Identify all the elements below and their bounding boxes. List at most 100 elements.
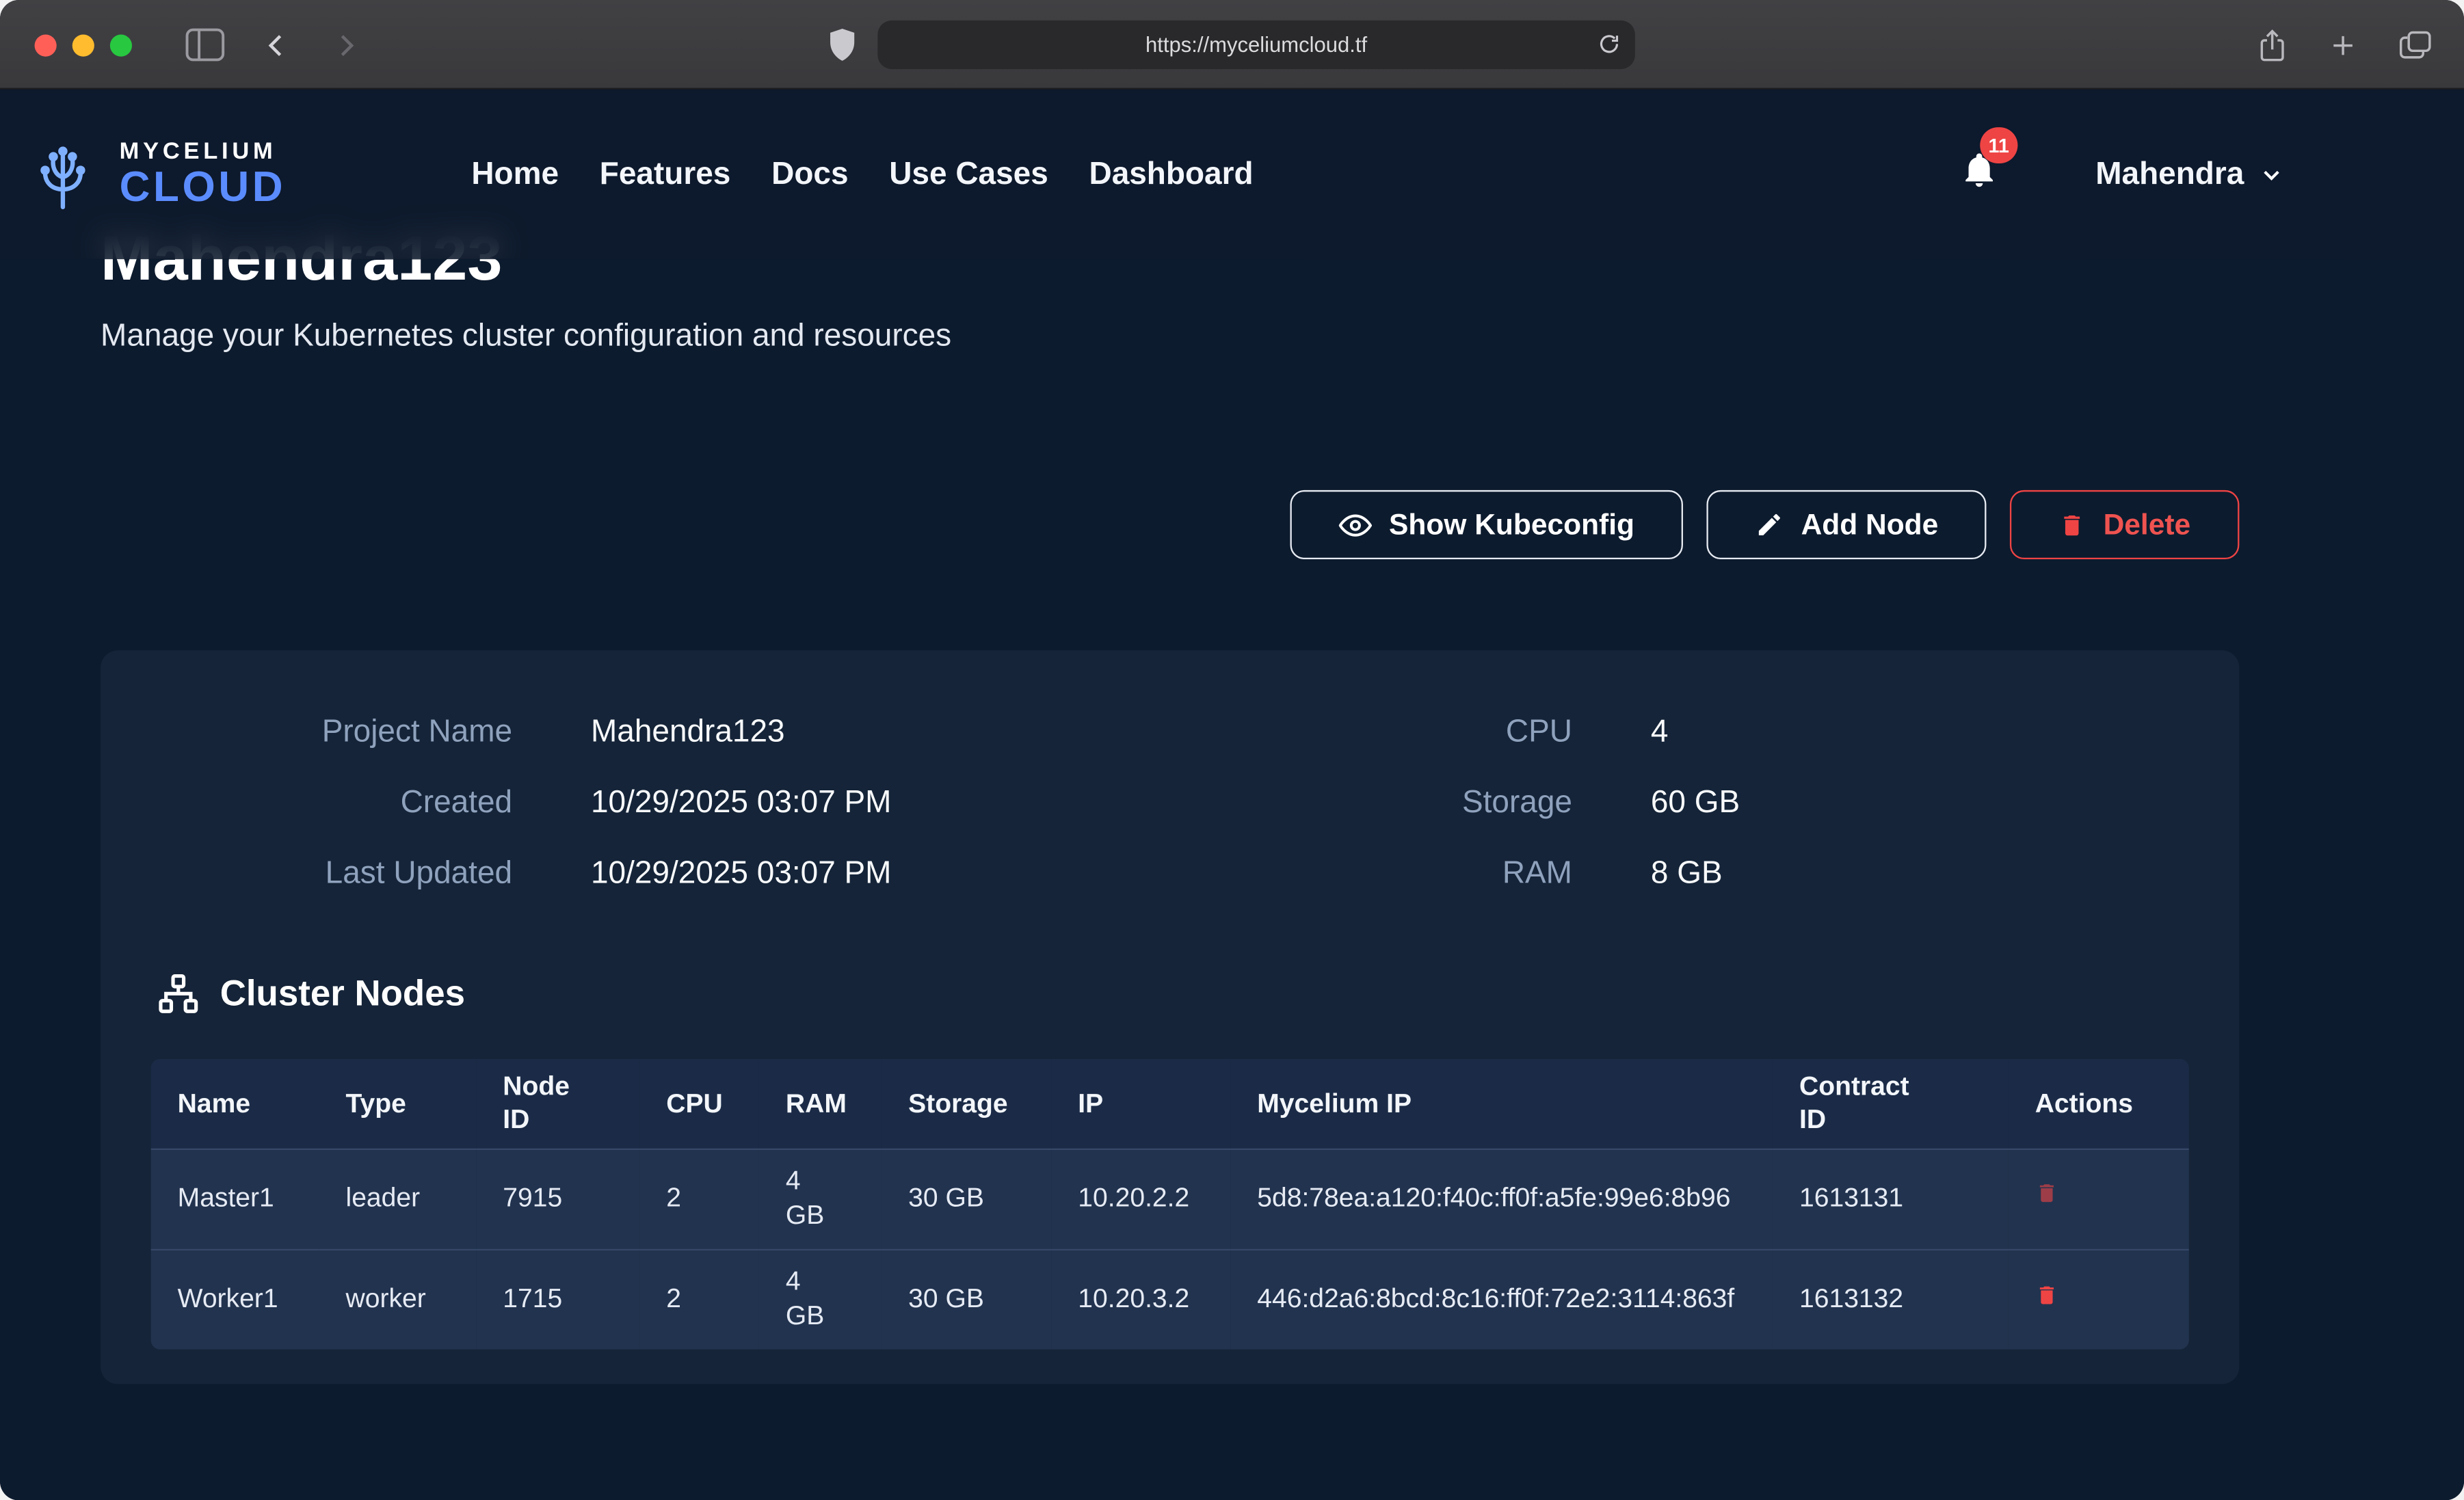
cell-type: worker	[319, 1249, 476, 1350]
column-header-ip: IP	[1051, 1059, 1230, 1149]
detail-row: RAM 8 GB	[1170, 839, 2189, 909]
cell-cpu: 2	[639, 1249, 759, 1350]
detail-value: 10/29/2025 03:07 PM	[591, 786, 1170, 822]
back-button[interactable]	[263, 29, 291, 61]
brand-logo[interactable]: MYCELIUM CLOUD	[22, 138, 286, 211]
sidebar-toggle-button[interactable]	[185, 28, 224, 61]
browser-window: https://myceliumcloud.tf Mahendra123 Man…	[0, 0, 2464, 1500]
cell-contract-id: 1613131	[1773, 1149, 2009, 1249]
column-header-mycelium-ip: Mycelium IP	[1230, 1059, 1773, 1149]
details-grid: Project Name Mahendra123 Created 10/29/2…	[101, 697, 2239, 909]
forward-button[interactable]	[332, 29, 360, 61]
mycelium-logo-icon	[22, 138, 103, 211]
add-node-button[interactable]: Add Node	[1707, 490, 1987, 559]
column-header-storage: Storage	[882, 1059, 1051, 1149]
show-kubeconfig-label: Show Kubeconfig	[1389, 507, 1634, 542]
cell-cpu: 2	[639, 1149, 759, 1249]
trash-icon	[2035, 1281, 2058, 1308]
detail-value: Mahendra123	[591, 715, 1170, 751]
share-button[interactable]	[2257, 26, 2288, 64]
add-node-label: Add Node	[1801, 507, 1939, 542]
plus-icon	[2329, 31, 2357, 59]
table-row: Worker1 worker 1715 2 4 GB 30 GB 10.20.3…	[151, 1249, 2189, 1350]
detail-row: Project Name Mahendra123	[151, 697, 1170, 768]
reload-icon	[1598, 31, 1621, 57]
detail-value: 60 GB	[1651, 786, 2189, 822]
detail-label: RAM	[1170, 856, 1572, 892]
close-window-button[interactable]	[35, 34, 57, 55]
privacy-shield-icon[interactable]	[829, 28, 856, 61]
trash-icon	[2035, 1181, 2058, 1207]
cell-ram: 4 GB	[759, 1249, 882, 1350]
cell-mycelium-ip: 5d8:78ea:a120:f40c:ff0f:a5fe:99e6:8b96	[1230, 1149, 1773, 1249]
user-menu[interactable]: Mahendra	[2095, 157, 2285, 193]
nav-link-use-cases[interactable]: Use Cases	[889, 157, 1048, 193]
nodes-table: Name Type Node ID CPU RAM Storage IP Myc…	[151, 1059, 2189, 1350]
sidebar-icon	[185, 28, 224, 61]
tab-overview-button[interactable]	[2398, 29, 2433, 61]
nav-link-dashboard[interactable]: Dashboard	[1089, 157, 1254, 193]
address-bar[interactable]: https://myceliumcloud.tf	[877, 21, 1635, 69]
share-icon	[2257, 26, 2288, 64]
notifications-button[interactable]: 11	[1959, 149, 1998, 200]
cell-name: Worker1	[151, 1249, 319, 1350]
cell-ip: 10.20.2.2	[1051, 1149, 1230, 1249]
nav-link-home[interactable]: Home	[471, 157, 559, 193]
reload-button[interactable]	[1598, 31, 1621, 57]
detail-value: 8 GB	[1651, 856, 2189, 892]
cluster-nodes-title: Cluster Nodes	[220, 972, 465, 1015]
site-navbar: MYCELIUM CLOUD Home Features Docs Use Ca…	[0, 90, 2464, 259]
cell-storage: 30 GB	[882, 1149, 1051, 1249]
url-text: https://myceliumcloud.tf	[1145, 33, 1367, 56]
eye-icon	[1338, 508, 1371, 541]
delete-cluster-button[interactable]: Delete	[2011, 490, 2239, 559]
cluster-details-card: Project Name Mahendra123 Created 10/29/2…	[101, 650, 2239, 1384]
page: Mahendra123 Manage your Kubernetes clust…	[0, 90, 2464, 1500]
cluster-actions-toolbar: Show Kubeconfig Add Node Delete	[101, 490, 2239, 559]
detail-label: Project Name	[151, 715, 513, 751]
detail-label: Created	[151, 786, 513, 822]
table-header-row: Name Type Node ID CPU RAM Storage IP Myc…	[151, 1059, 2189, 1149]
delete-label: Delete	[2104, 507, 2191, 542]
detail-label: CPU	[1170, 715, 1572, 751]
nav-link-features[interactable]: Features	[600, 157, 731, 193]
chevron-down-icon	[2258, 161, 2285, 188]
nav-link-docs[interactable]: Docs	[771, 157, 848, 193]
cell-node-id: 1715	[476, 1249, 639, 1350]
column-header-node-id: Node ID	[476, 1059, 639, 1149]
detail-label: Storage	[1170, 786, 1572, 822]
cell-ip: 10.20.3.2	[1051, 1249, 1230, 1350]
brand-name: MYCELIUM CLOUD	[120, 140, 287, 209]
chevron-left-icon	[263, 29, 291, 61]
notification-badge: 11	[1981, 127, 2017, 163]
column-header-ram: RAM	[759, 1059, 882, 1149]
cluster-nodes-header: Cluster Nodes	[157, 972, 2189, 1015]
detail-label: Last Updated	[151, 856, 513, 892]
detail-row: Storage 60 GB	[1170, 768, 2189, 839]
cell-storage: 30 GB	[882, 1249, 1051, 1350]
cell-mycelium-ip: 446:d2a6:8bcd:8c16:ff0f:72e2:3114:863f	[1230, 1249, 1773, 1350]
column-header-name: Name	[151, 1059, 319, 1149]
detail-value: 10/29/2025 03:07 PM	[591, 856, 1170, 892]
delete-node-button[interactable]	[2035, 1181, 2058, 1207]
chevron-right-icon	[332, 29, 360, 61]
zoom-window-button[interactable]	[110, 34, 132, 55]
sitemap-icon	[157, 972, 200, 1015]
detail-row: Created 10/29/2025 03:07 PM	[151, 768, 1170, 839]
page-subtitle: Manage your Kubernetes cluster configura…	[101, 319, 2239, 355]
column-header-actions: Actions	[2009, 1059, 2189, 1149]
browser-toolbar: https://myceliumcloud.tf	[0, 0, 2464, 90]
show-kubeconfig-button[interactable]: Show Kubeconfig	[1290, 490, 1683, 559]
cell-ram: 4 GB	[759, 1149, 882, 1249]
username: Mahendra	[2095, 157, 2244, 193]
main-content: Mahendra123 Manage your Kubernetes clust…	[0, 90, 2464, 1500]
column-header-cpu: CPU	[639, 1059, 759, 1149]
new-tab-button[interactable]	[2329, 31, 2357, 59]
delete-node-button[interactable]	[2035, 1281, 2058, 1308]
column-header-type: Type	[319, 1059, 476, 1149]
cell-actions	[2009, 1249, 2189, 1350]
cell-type: leader	[319, 1149, 476, 1249]
minimize-window-button[interactable]	[72, 34, 94, 55]
detail-value: 4	[1651, 715, 2189, 751]
detail-row: Last Updated 10/29/2025 03:07 PM	[151, 839, 1170, 909]
